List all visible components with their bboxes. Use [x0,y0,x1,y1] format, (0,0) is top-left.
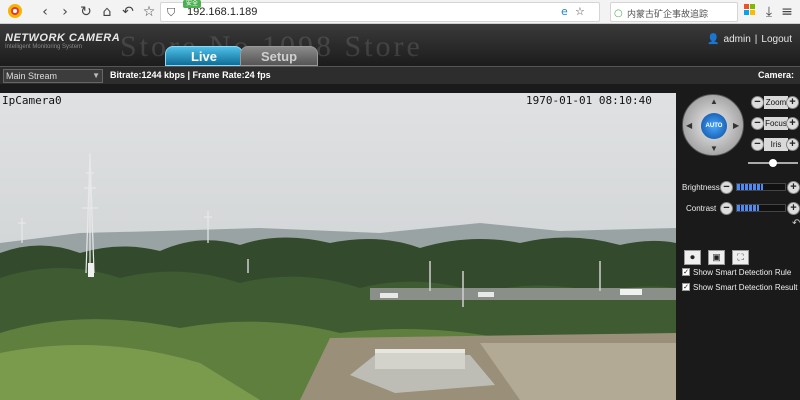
stream-select[interactable]: Main Stream ▼ [3,69,103,83]
control-panel: AUTO ▲ ▼ ◀ ▶ − Zoom + − Focus + − Iris +… [676,84,800,400]
brightness-bar-fill [737,184,764,190]
contrast-bar[interactable] [736,204,786,212]
arrow-down-icon[interactable]: ▼ [710,144,718,153]
stream-toolbar: Main Stream ▼ Bitrate:1244 kbps | Frame … [0,66,800,84]
back-icon[interactable]: ‹ [38,3,52,21]
live-video[interactable]: IpCamera0 1970-01-01 08:10:40 [0,93,676,400]
zoom-label: Zoom [764,96,788,109]
reload-icon[interactable]: ↻ [79,3,93,21]
search-icon: ○ [614,8,623,19]
focus-far-button[interactable]: + [786,117,799,130]
show-rule-label: Show Smart Detection Rule [693,268,792,277]
ptz-joystick[interactable]: AUTO ▲ ▼ ◀ ▶ [682,94,744,156]
browser-logo-icon [6,3,24,21]
browser-toolbar: ‹ › ↻ ⌂ ↶ ☆ ⛉ 192.168.1.189 e ☆ 安全 ○ 内蒙古… [0,0,800,24]
bookmark-star-icon[interactable]: ☆ [575,3,585,21]
focus-near-button[interactable]: − [751,117,764,130]
home-icon[interactable]: ⌂ [100,3,114,21]
address-bar[interactable]: ⛉ 192.168.1.189 e ☆ [160,2,600,22]
tab-setup[interactable]: Setup [240,46,318,66]
zoom-out-button[interactable]: − [751,96,764,109]
tab-live[interactable]: Live [165,46,243,66]
arrow-left-icon[interactable]: ◀ [686,121,692,130]
search-input[interactable]: ○ 内蒙古矿企事故追踪 [610,2,738,22]
brightness-down-button[interactable]: − [720,181,733,194]
fullscreen-icon[interactable]: ⛶ [732,250,749,265]
contrast-label: Contrast [686,204,717,213]
brand-subtitle: Intelligent Monitoring System [5,44,83,50]
speed-slider-knob[interactable] [769,159,777,167]
arrow-right-icon[interactable]: ▶ [733,121,739,130]
undo-icon[interactable]: ↶ [121,3,135,21]
arrow-up-icon[interactable]: ▲ [710,97,718,106]
chevron-down-icon: ▼ [92,71,100,80]
zoom-in-button[interactable]: + [786,96,799,109]
record-icon[interactable]: ⏺ [684,250,701,265]
video-frame [0,93,676,400]
contrast-down-button[interactable]: − [720,202,733,215]
download-icon[interactable]: ⤓ [762,3,776,21]
stream-select-value: Main Stream [6,71,58,81]
timestamp-overlay: 1970-01-01 08:10:40 [526,94,652,107]
windows-icon[interactable] [742,3,758,21]
speed-slider[interactable] [748,159,798,167]
user-icon: 👤 [707,34,720,45]
video-top-gap [0,84,676,93]
camera-label: Camera: [757,70,794,80]
camera-name-overlay: IpCamera0 [2,94,62,107]
username: admin [723,34,751,45]
user-area: 👤 admin | Logout [703,34,792,45]
brand-logo: NETWORK CAMERA [5,32,121,44]
search-text: 内蒙古矿企事故追踪 [627,9,709,19]
brightness-up-button[interactable]: + [787,181,800,194]
menu-icon[interactable]: ≡ [780,3,794,21]
ptz-auto-button[interactable]: AUTO [701,113,727,139]
iris-label: Iris [764,138,788,151]
shield-icon: ⛉ [167,6,176,19]
iris-open-button[interactable]: + [786,138,799,151]
show-result-label: Show Smart Detection Result [693,283,798,292]
app-header: NETWORK CAMERA Intelligent Monitoring Sy… [0,24,800,66]
contrast-bar-fill [737,205,759,211]
focus-label: Focus [764,117,788,130]
ie-icon[interactable]: e [561,3,568,21]
brightness-bar[interactable] [736,183,786,191]
security-badge: 安全 [183,0,202,8]
favorite-star-icon[interactable]: ☆ [142,3,156,21]
brightness-label: Brightness [682,183,720,192]
show-result-checkbox[interactable]: ✓ [682,283,690,291]
separator: | [754,34,758,45]
snapshot-icon[interactable]: ▣ [708,250,725,265]
forward-icon[interactable]: › [58,3,72,21]
logout-link[interactable]: Logout [761,34,792,45]
iris-close-button[interactable]: − [751,138,764,151]
stream-stats: Bitrate:1244 kbps | Frame Rate:24 fps [110,70,271,80]
reset-icon[interactable]: ↶ [792,218,800,229]
show-rule-checkbox[interactable]: ✓ [682,268,690,276]
contrast-up-button[interactable]: + [787,202,800,215]
